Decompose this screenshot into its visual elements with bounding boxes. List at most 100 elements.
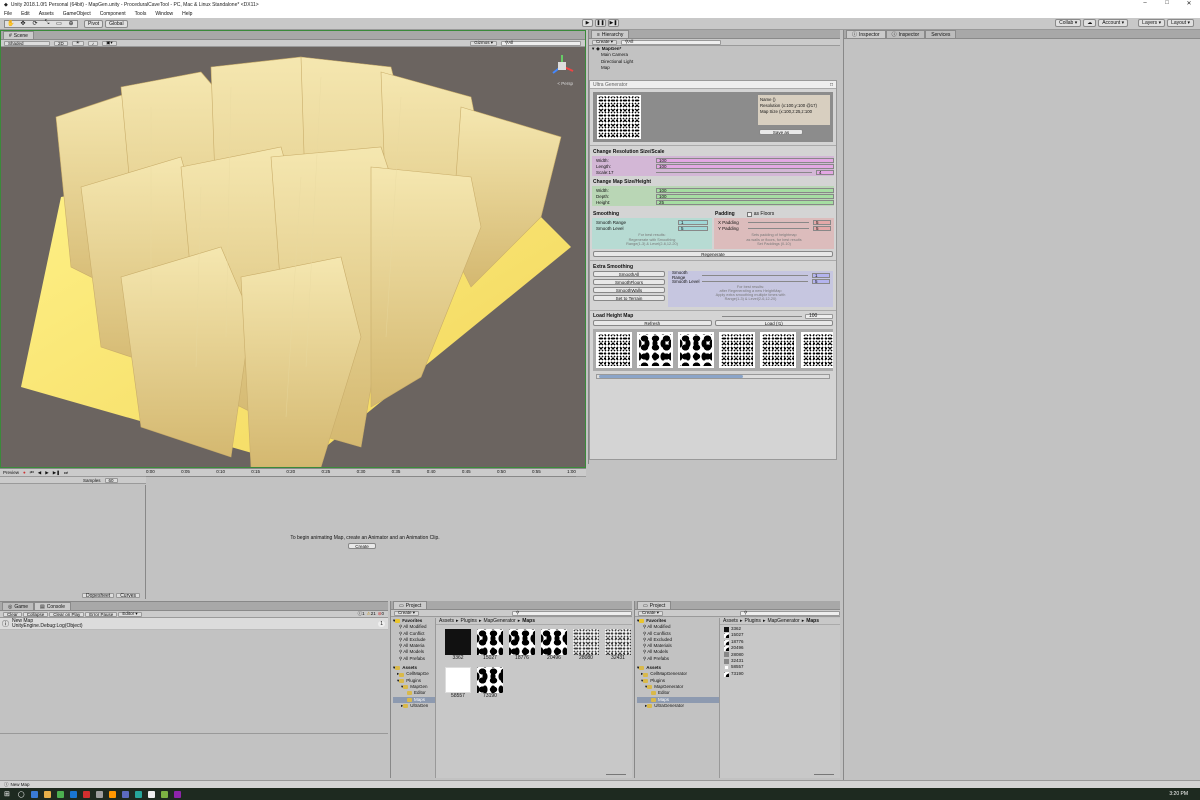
app-icon[interactable] bbox=[56, 790, 64, 798]
zoom-slider[interactable] bbox=[814, 774, 834, 775]
regenerate-button[interactable]: Regenerate bbox=[593, 251, 833, 257]
folder-item[interactable]: ▸ UltraGen bbox=[393, 703, 435, 709]
smooth-level-field[interactable]: Smooth Level 5 bbox=[592, 225, 712, 231]
extra-level-slider[interactable]: Smooth Level 5 bbox=[668, 278, 833, 284]
persp-label[interactable]: < Persp bbox=[557, 81, 573, 86]
smooth-walls-button[interactable]: SmoothWalls bbox=[593, 287, 665, 293]
slider-track[interactable] bbox=[702, 280, 808, 282]
breadcrumb-item[interactable]: Assets bbox=[723, 618, 738, 624]
gizmos-dropdown[interactable]: Gizmos ▾ bbox=[470, 40, 497, 46]
thumbnail-scrollbar[interactable] bbox=[596, 374, 830, 379]
hand-tool-icon[interactable]: ✋ bbox=[5, 20, 17, 27]
asset-tile[interactable]: 18776 bbox=[506, 629, 538, 661]
error-count-icon[interactable]: ⊘0 bbox=[378, 611, 384, 617]
menu-window[interactable]: Window bbox=[155, 11, 173, 17]
layout-dropdown[interactable]: Layout ▾ bbox=[1167, 19, 1194, 27]
audio-toggle[interactable]: ♪ bbox=[87, 40, 99, 46]
maximize-icon[interactable]: □ bbox=[1156, 0, 1178, 7]
first-key-icon[interactable]: ⏮ bbox=[30, 470, 34, 475]
app-icon[interactable] bbox=[82, 790, 90, 798]
pivot-toggle[interactable]: Pivot bbox=[84, 19, 104, 28]
next-key-icon[interactable]: ▶❚ bbox=[53, 470, 60, 476]
field-value[interactable]: 1 bbox=[812, 272, 830, 278]
close-icon[interactable]: ✕ bbox=[1178, 0, 1200, 7]
hierarchy-item[interactable]: Map bbox=[592, 65, 840, 71]
collapse-toggle[interactable]: Collapse bbox=[22, 611, 49, 617]
slider-track[interactable] bbox=[656, 171, 812, 173]
smooth-floors-button[interactable]: SmoothFloors bbox=[593, 279, 665, 285]
step-button[interactable]: ▶❚ bbox=[608, 19, 619, 27]
breadcrumb-item[interactable]: Assets bbox=[439, 618, 454, 624]
start-icon[interactable]: ⊞ bbox=[4, 790, 10, 798]
menu-edit[interactable]: Edit bbox=[21, 11, 30, 17]
app-icon[interactable] bbox=[121, 790, 129, 798]
layers-dropdown[interactable]: Layers ▾ bbox=[1138, 19, 1166, 27]
size-depth-field[interactable]: Depth: 100 bbox=[592, 193, 834, 199]
field-value[interactable]: 5 bbox=[813, 225, 831, 231]
explorer-icon[interactable] bbox=[43, 790, 51, 798]
hierarchy-search[interactable]: ⚲All bbox=[621, 39, 722, 45]
heightmap-thumb[interactable] bbox=[678, 332, 714, 368]
load-button[interactable]: Load (!1) bbox=[714, 320, 833, 326]
unity-taskbar-icon[interactable] bbox=[147, 790, 155, 798]
tab-services[interactable]: Services bbox=[925, 30, 957, 38]
tab-project[interactable]: ▭ Project bbox=[393, 601, 428, 609]
scale-tool-icon[interactable]: ⤡ bbox=[41, 20, 53, 27]
play-button[interactable]: ▶ bbox=[582, 19, 593, 27]
tab-dopesheet[interactable]: Dopesheet bbox=[82, 593, 115, 599]
app-icon[interactable] bbox=[69, 790, 77, 798]
field-value[interactable]: 100 bbox=[656, 163, 834, 169]
console-log-entry[interactable]: ⓘ New Map UnityEngine.Debug:Log(Object) … bbox=[0, 618, 388, 630]
menu-component[interactable]: Component bbox=[100, 11, 126, 17]
load-value-field[interactable]: 100 bbox=[805, 313, 833, 319]
save-as-button[interactable]: Save as bbox=[759, 129, 803, 135]
shading-dropdown[interactable]: Shaded bbox=[4, 40, 50, 46]
field-value[interactable]: 25 bbox=[656, 199, 834, 205]
cloud-icon[interactable]: ☁ bbox=[1083, 19, 1097, 27]
favorite-item[interactable]: ⚲ All Prefabs bbox=[637, 656, 719, 662]
field-value[interactable]: 100 bbox=[656, 157, 834, 163]
heightmap-thumb[interactable] bbox=[719, 332, 755, 368]
field-value[interactable]: 100 bbox=[656, 187, 834, 193]
tab-scene[interactable]: # Scene bbox=[3, 31, 34, 39]
global-toggle[interactable]: Global bbox=[105, 19, 128, 28]
res-scale-slider[interactable]: Scale:17 4 bbox=[592, 169, 834, 175]
pause-button[interactable]: ❚❚ bbox=[595, 19, 606, 27]
asset-tile[interactable]: 73190 bbox=[474, 667, 506, 699]
scene-gizmo-icon[interactable] bbox=[549, 53, 575, 79]
tab-inspector-1[interactable]: ⓘ Inspector bbox=[846, 30, 886, 38]
tab-console[interactable]: ▤ Console bbox=[34, 602, 72, 610]
favorite-item[interactable]: ⚲ All Prefabs bbox=[393, 656, 435, 662]
preview-label[interactable]: Preview bbox=[3, 470, 19, 475]
asset-row[interactable]: 73190 bbox=[724, 671, 836, 677]
smooth-all-button[interactable]: SmoothAll bbox=[593, 271, 665, 277]
heightmap-thumb[interactable] bbox=[637, 332, 673, 368]
res-length-field[interactable]: Length: 100 bbox=[592, 163, 834, 169]
rect-tool-icon[interactable]: ▭ bbox=[53, 20, 65, 27]
collab-dropdown[interactable]: Collab ▾ bbox=[1055, 19, 1082, 27]
project2-create-button[interactable]: Create ▾ bbox=[638, 610, 664, 616]
breadcrumb-item[interactable]: Plugins bbox=[745, 618, 761, 624]
field-value[interactable]: 100 bbox=[656, 193, 834, 199]
app-icon[interactable] bbox=[95, 790, 103, 798]
mode-2d-toggle[interactable]: 2D bbox=[54, 40, 68, 46]
set-to-terrain-button[interactable]: Set to Terrain bbox=[593, 295, 665, 301]
tab-game[interactable]: ◎ Game bbox=[2, 602, 34, 610]
clear-button[interactable]: Clear bbox=[3, 611, 22, 617]
clear-on-play-toggle[interactable]: Clear on Play bbox=[49, 611, 85, 617]
y-padding-slider[interactable]: Y Padding 5 bbox=[714, 225, 834, 231]
scene-search[interactable]: ⚲All bbox=[501, 40, 581, 46]
asset-tile[interactable]: 32431 bbox=[602, 629, 634, 661]
heightmap-thumb[interactable] bbox=[596, 332, 632, 368]
res-width-field[interactable]: Width: 100 bbox=[592, 157, 834, 163]
search-taskbar-icon[interactable]: ◯ bbox=[18, 791, 25, 798]
task-view-icon[interactable] bbox=[30, 790, 38, 798]
menu-file[interactable]: File bbox=[4, 11, 12, 17]
scene-viewport[interactable]: < Persp bbox=[1, 47, 585, 467]
account-dropdown[interactable]: Account ▾ bbox=[1098, 19, 1129, 27]
info-count-icon[interactable]: ⓘ1 bbox=[358, 611, 365, 617]
field-value[interactable]: 5 bbox=[678, 225, 708, 231]
field-value[interactable]: 5 bbox=[813, 219, 831, 225]
effects-dropdown[interactable]: ▣▾ bbox=[102, 40, 117, 46]
tab-project-2[interactable]: ▭ Project bbox=[637, 601, 672, 609]
